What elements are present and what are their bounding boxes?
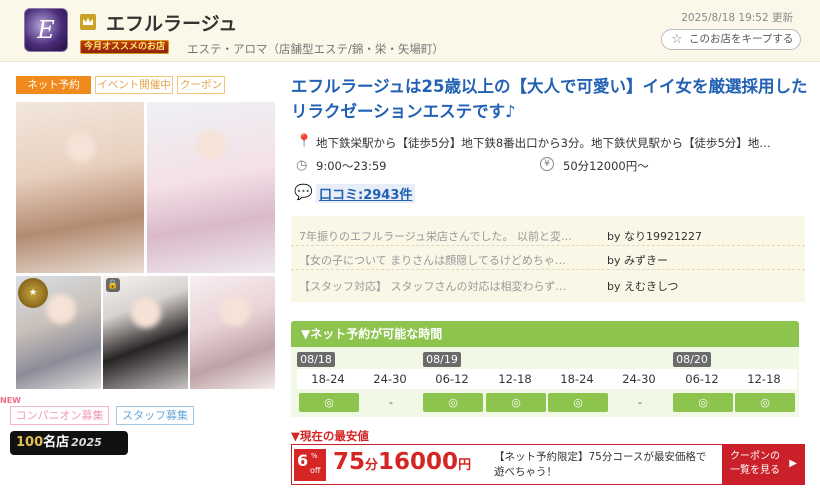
discount-unit: % [311,452,318,460]
reserve-slot-button[interactable]: ◎ [299,393,359,412]
review-text[interactable]: 【スタッフ対応】 スタッフさんの対応は相変わらず… [299,278,589,294]
new-mark: NEW [0,396,21,405]
shop100-label: 名店 [43,435,70,450]
lock-icon: 🔒 [106,278,120,292]
speech-bubble-icon: 💬 [294,183,313,201]
discount-number: 6 [297,451,309,470]
recommend-badge: 今月オススメのお店 [80,40,170,54]
keep-label: このお店をキープする [689,33,794,45]
reserve-slot-button[interactable]: ◎ [673,393,733,412]
yen-unit: 円 [458,458,472,473]
star-icon: ☆ [671,32,683,47]
tag-coupon[interactable]: クーポン [177,76,225,94]
review-list: 7年振りのエフルラージュ栄店さんでした。 以前と変… by なり19921227… [291,216,805,302]
shop-name[interactable]: エフルラージュ [106,9,237,36]
price-text: 50分12000円～ [563,159,649,173]
girl-photo[interactable] [190,276,275,389]
map-pin-icon: 📍 [296,134,313,149]
catch-copy: エフルラージュは25歳以上の【大人で可愛い】イイ女を厳選採用したリラクゼーション… [291,77,808,121]
review-author: by なり19921227 [607,230,702,243]
review-author: by えむきしつ [607,280,679,293]
shop100-year: 2025 [71,436,102,449]
review-count-link[interactable]: 口コミ:2943件 [316,184,416,203]
access-text: 地下鉄栄駅から【徒歩5分】地下鉄8番出口から3分。地下鉄伏見駅から【徒歩5分】地… [316,136,771,150]
coupon-list-button[interactable]: クーポンの 一覧を見る ▶ [722,445,805,484]
arrow-right-icon: ▶ [789,458,797,469]
unavailable-slot: - [638,396,642,409]
review-text[interactable]: 7年振りのエフルラージュ栄店さんでした。 以前と変… [299,228,589,244]
minutes-unit: 分 [365,458,379,473]
time-slot: 24-30 [373,372,407,386]
tag-event[interactable]: イベント開催中 [95,76,173,94]
girl-photo[interactable] [147,102,275,273]
reserve-slot-button[interactable]: ◎ [735,393,795,412]
shop-logo[interactable]: E [24,8,68,52]
keep-shop-button[interactable]: ☆ このお店をキープする [661,29,801,50]
staff-recruit-button[interactable]: スタッフ募集 [116,406,194,425]
unavailable-slot: - [389,396,393,409]
time-slot: 12-18 [498,372,532,386]
time-slot: 18-24 [311,372,345,386]
tag-net-reservation[interactable]: ネット予約 [16,76,91,94]
clock-icon: ◷ [296,158,308,173]
date-tab: 08/19 [423,352,461,367]
time-slot: 18-24 [560,372,594,386]
booking-header: ▼ネット予約が可能な時間 [291,321,799,347]
course-price: 16000 [378,449,459,475]
time-slot: 06-12 [435,372,469,386]
companion-recruit-button[interactable]: コンパニオン募集 [10,406,109,425]
reserve-slot-button[interactable]: ◎ [548,393,608,412]
time-slot: 06-12 [685,372,719,386]
time-slot: 24-30 [622,372,656,386]
review-text[interactable]: 【女の子について まりさんは顔隠してるけどめちゃ… [299,252,589,268]
crown-icon [80,14,96,30]
shop-category: エステ・アロマ（店舗型エステ/錦・栄・矢場町） [187,42,444,56]
reserve-slot-button[interactable]: ◎ [486,393,546,412]
review-item[interactable]: 【スタッフ対応】 スタッフさんの対応は相変わらず… by えむきしつ [291,274,805,296]
time-slot: 12-18 [747,372,781,386]
award-badge-icon: ★ [18,278,48,308]
discount-off: off [310,466,321,475]
shop100-banner[interactable]: 100名店 2025 [10,431,128,455]
shop100-num: 100 [16,435,44,450]
course-minutes: 75 [333,449,366,475]
review-item[interactable]: 【女の子について まりさんは顔隠してるけどめちゃ… by みずきー [291,248,805,270]
date-tab: 08/18 [297,352,335,367]
updated-time: 2025/8/18 19:52 更新 [681,12,793,24]
review-item[interactable]: 7年振りのエフルラージュ栄店さんでした。 以前と変… by なり19921227 [291,224,805,246]
time-slot-row: 18-24 24-30 06-12 12-18 18-24 24-30 06-1… [297,369,797,389]
reserve-slot-button[interactable]: ◎ [423,393,483,412]
lowest-price-label: ▼現在の最安値 [291,429,369,443]
discount-badge: 6 % off [294,449,326,481]
girl-photo[interactable] [16,102,144,273]
coupon-price: 75分16000円 [333,449,471,475]
yen-icon: ¥ [540,157,554,171]
hours-text: 9:00～23:59 [316,159,387,173]
review-author: by みずきー [607,254,668,267]
girl-photo[interactable] [103,276,188,389]
coupon-note: 【ネット予約限定】75分コースが最安価格で遊べちゃう！ [494,451,707,478]
date-tab: 08/20 [673,352,711,367]
